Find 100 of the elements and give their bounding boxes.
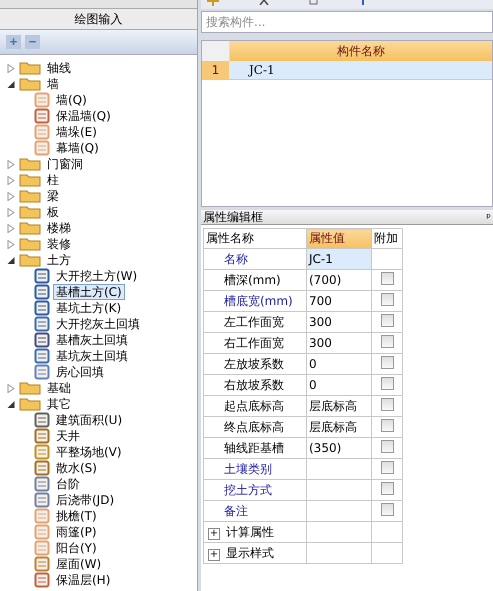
expand-arrow-icon[interactable] bbox=[6, 160, 16, 168]
tree-item[interactable]: 保温墙(Q) bbox=[53, 108, 114, 124]
checkbox[interactable] bbox=[380, 461, 394, 474]
search-field[interactable]: 搜索构件... bbox=[201, 11, 493, 33]
tree-item[interactable]: 墙垛(E) bbox=[53, 124, 100, 140]
column-header[interactable]: 构件名称 bbox=[230, 41, 492, 61]
component-icon bbox=[34, 460, 50, 476]
checkbox[interactable] bbox=[380, 272, 394, 285]
tree-item[interactable]: 大开挖土方(W) bbox=[53, 268, 140, 284]
property-value[interactable]: 700 bbox=[306, 290, 372, 312]
tree-item[interactable]: 建筑面积(U) bbox=[53, 412, 126, 428]
tree-item[interactable]: 天井 bbox=[53, 428, 83, 444]
component-icon bbox=[34, 300, 50, 316]
expand-arrow-icon[interactable] bbox=[6, 224, 16, 232]
tree-item[interactable]: 基坑土方(K) bbox=[53, 300, 124, 316]
folder-icon bbox=[19, 253, 41, 267]
expand-arrow-icon[interactable] bbox=[6, 240, 16, 248]
expand-arrow-icon[interactable] bbox=[6, 176, 16, 184]
tree-item[interactable]: 基坑灰土回填 bbox=[53, 348, 131, 364]
property-value[interactable]: 300 bbox=[306, 332, 372, 354]
checkbox[interactable] bbox=[380, 419, 394, 432]
tree-item[interactable]: 挑檐(T) bbox=[53, 508, 100, 524]
tree-item[interactable]: 门窗洞 bbox=[44, 156, 86, 172]
property-value[interactable]: 层底标高 bbox=[306, 396, 372, 416]
tree-item[interactable]: 散水(S) bbox=[53, 460, 100, 476]
tree-item[interactable]: 板 bbox=[44, 204, 62, 220]
add-icon[interactable] bbox=[207, 0, 219, 6]
checkbox[interactable] bbox=[380, 335, 394, 348]
checkbox[interactable] bbox=[380, 503, 394, 516]
tree-item[interactable]: 土方 bbox=[44, 252, 74, 268]
expand-button[interactable]: + bbox=[208, 528, 220, 540]
property-value[interactable]: 0 bbox=[306, 354, 372, 374]
tree-item[interactable]: 幕墙(Q) bbox=[53, 140, 102, 156]
component-icon bbox=[34, 332, 50, 348]
property-name: 轴线距基槽 bbox=[204, 438, 306, 458]
property-value[interactable] bbox=[306, 500, 372, 522]
property-value[interactable] bbox=[306, 522, 372, 542]
tree-item[interactable]: 雨篷(P) bbox=[53, 524, 100, 540]
component-icon bbox=[34, 540, 50, 556]
tree-item[interactable]: 基槽土方(C) bbox=[53, 284, 125, 300]
folder-icon bbox=[19, 397, 41, 411]
property-value[interactable]: 300 bbox=[306, 312, 372, 332]
expand-button[interactable]: + bbox=[208, 548, 220, 560]
property-value[interactable] bbox=[306, 458, 372, 480]
property-value[interactable] bbox=[306, 542, 372, 564]
property-name: 左放坡系数 bbox=[204, 354, 306, 374]
tree-item[interactable]: 楼梯 bbox=[44, 220, 74, 236]
component-icon bbox=[34, 124, 50, 140]
folder-icon bbox=[19, 189, 41, 203]
property-group: 显示样式 bbox=[226, 546, 274, 560]
checkbox[interactable] bbox=[380, 377, 394, 390]
checkbox[interactable] bbox=[380, 398, 394, 411]
tree-item[interactable]: 大开挖灰土回填 bbox=[53, 316, 143, 332]
folder-icon bbox=[19, 77, 41, 91]
pin-button[interactable]: ᵖ bbox=[486, 210, 491, 224]
expand-arrow-icon[interactable] bbox=[6, 64, 16, 72]
property-value[interactable]: JC-1 bbox=[306, 248, 372, 270]
tree-item[interactable]: 阳台(Y) bbox=[53, 540, 100, 556]
folder-icon bbox=[19, 173, 41, 187]
tree-item[interactable]: 墙 bbox=[44, 76, 62, 92]
tree-item[interactable]: 轴线 bbox=[44, 60, 74, 76]
tree-item[interactable]: 房心回填 bbox=[53, 364, 107, 380]
collapse-arrow-icon[interactable] bbox=[6, 400, 16, 408]
tree-item[interactable]: 基础 bbox=[44, 380, 74, 396]
property-name: 名称 bbox=[204, 248, 306, 270]
checkbox[interactable] bbox=[380, 482, 394, 495]
property-value[interactable]: (350) bbox=[306, 438, 372, 458]
property-value[interactable]: (700) bbox=[306, 270, 372, 290]
tree-item[interactable]: 后浇带(JD) bbox=[53, 492, 118, 508]
component-icon bbox=[34, 508, 50, 524]
property-value[interactable]: 层底标高 bbox=[306, 416, 372, 438]
checkbox[interactable] bbox=[380, 440, 394, 453]
expand-arrow-icon[interactable] bbox=[6, 208, 16, 216]
component-icon bbox=[34, 572, 50, 588]
column-header: 属性值 bbox=[306, 228, 372, 248]
component-icon bbox=[34, 412, 50, 428]
checkbox[interactable] bbox=[380, 293, 394, 306]
tree-item[interactable]: 墙(Q) bbox=[53, 92, 90, 108]
checkbox[interactable] bbox=[380, 314, 394, 327]
tree-item[interactable]: 梁 bbox=[44, 188, 62, 204]
property-value[interactable] bbox=[306, 480, 372, 500]
collapse-arrow-icon[interactable] bbox=[6, 256, 16, 264]
tree-item[interactable]: 基槽灰土回填 bbox=[53, 332, 131, 348]
tree-item[interactable]: 屋面(W) bbox=[53, 556, 104, 572]
tree-item[interactable]: 保温层(H) bbox=[53, 572, 114, 588]
checkbox[interactable] bbox=[380, 356, 394, 369]
component-icon bbox=[34, 364, 50, 380]
component-icon bbox=[34, 556, 50, 572]
panel-heading[interactable]: 绘图输入 bbox=[0, 9, 197, 30]
tree-item[interactable]: 其它 bbox=[44, 396, 74, 412]
column-header: 属性名称 bbox=[204, 228, 306, 248]
expand-arrow-icon[interactable] bbox=[6, 384, 16, 392]
tree-item[interactable]: 平整场地(V) bbox=[53, 444, 125, 460]
tree-item[interactable]: 柱 bbox=[44, 172, 62, 188]
tree-item[interactable]: 装修 bbox=[44, 236, 74, 252]
expand-arrow-icon[interactable] bbox=[6, 192, 16, 200]
property-group: 计算属性 bbox=[226, 524, 274, 538]
property-value[interactable]: 0 bbox=[306, 374, 372, 396]
collapse-arrow-icon[interactable] bbox=[6, 80, 16, 88]
tree-item[interactable]: 台阶 bbox=[53, 476, 83, 492]
